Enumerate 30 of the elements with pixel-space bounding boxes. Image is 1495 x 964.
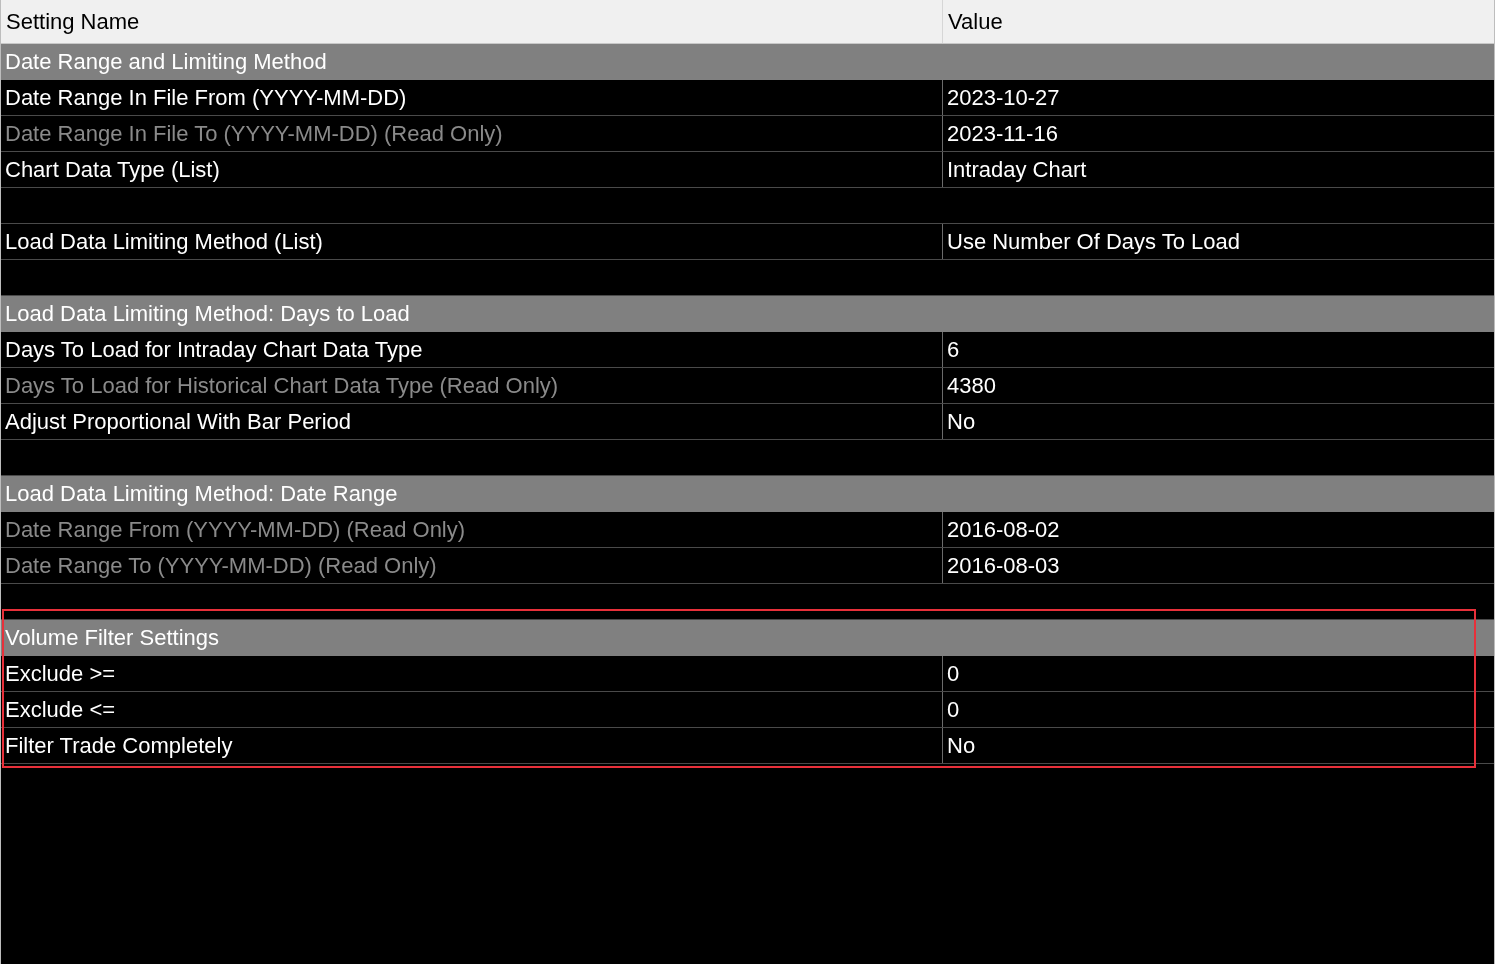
setting-name: Exclude >= [4,659,117,688]
setting-value[interactable]: 2016-08-02 [942,512,1494,547]
setting-value[interactable]: No [942,404,1494,439]
setting-value[interactable]: 0 [942,692,1494,727]
setting-value[interactable]: 2023-11-16 [942,116,1494,151]
setting-value[interactable]: 4380 [942,368,1494,403]
setting-value[interactable]: 0 [942,656,1494,691]
section-title: Date Range and Limiting Method [5,49,327,75]
setting-value[interactable]: 2016-08-03 [942,548,1494,583]
setting-name: Days To Load for Intraday Chart Data Type [4,335,424,364]
setting-name: Exclude <= [4,695,117,724]
setting-value[interactable]: 2023-10-27 [942,80,1494,115]
setting-name: Adjust Proportional With Bar Period [4,407,353,436]
setting-name: Load Data Limiting Method (List) [4,227,324,256]
setting-name: Date Range To (YYYY-MM-DD) (Read Only) [4,551,438,580]
section-title: Volume Filter Settings [5,625,219,651]
section-title: Load Data Limiting Method: Days to Load [5,301,410,327]
column-header[interactable]: Value [942,0,1494,43]
setting-value[interactable]: 6 [942,332,1494,367]
section-title: Load Data Limiting Method: Date Range [5,481,398,507]
setting-name: Date Range In File To (YYYY-MM-DD) (Read Only) [4,119,504,148]
setting-name: Chart Data Type (List) [4,155,221,184]
setting-value[interactable]: Use Number Of Days To Load [942,224,1494,259]
setting-name: Date Range In File From (YYYY-MM-DD) [4,83,408,112]
setting-name: Days To Load for Historical Chart Data Type (Read Only) [4,371,560,400]
setting-value[interactable]: Intraday Chart [942,152,1494,187]
setting-value[interactable]: No [942,728,1494,763]
setting-name: Filter Trade Completely [4,731,234,760]
column-header[interactable]: Setting Name [1,0,942,43]
setting-name: Date Range From (YYYY-MM-DD) (Read Only) [4,515,467,544]
